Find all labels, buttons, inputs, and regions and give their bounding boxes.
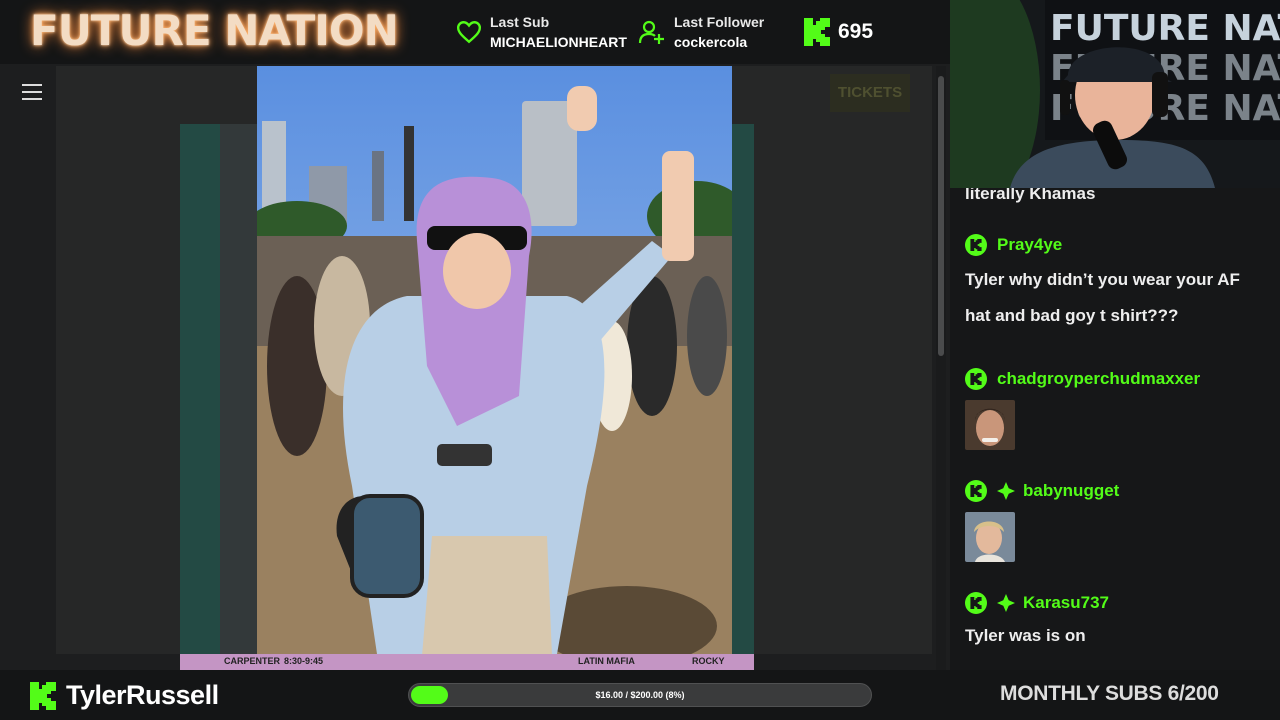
chat-message: Karasu737 Tyler was is on bbox=[965, 592, 1265, 654]
chat-username[interactable]: Karasu737 bbox=[1023, 593, 1109, 613]
lineup-item: CARPENTER bbox=[224, 656, 281, 666]
streamer-webcam: FUTURE NATION FUTURE NATION FUTURE NATIO… bbox=[950, 0, 1280, 188]
kick-badge-icon bbox=[965, 368, 987, 390]
chat-message: Pray4ye Tyler why didn’t you wear your A… bbox=[965, 234, 1265, 334]
last-follower-widget: Last Follower cockercola bbox=[638, 12, 764, 52]
shared-screen: TICKETS CARPENTER 8:30-9:45 LATIN MAFIA … bbox=[0, 64, 950, 670]
chat-message-text: literally Khamas bbox=[965, 188, 1096, 203]
diamond-badge-icon bbox=[997, 594, 1015, 612]
diamond-badge-icon bbox=[997, 482, 1015, 500]
lineup-item: 8:30-9:45 bbox=[284, 656, 324, 666]
last-sub-widget: Last Sub MICHAELIONHEART bbox=[456, 12, 627, 52]
heart-icon bbox=[456, 21, 482, 44]
progress-text: $16.00 / $200.00 (8%) bbox=[595, 690, 685, 700]
channel-name: TylerRussell bbox=[66, 680, 219, 710]
lineup-item: LATIN MAFIA bbox=[578, 656, 635, 666]
channel-brand: TylerRussell bbox=[30, 680, 219, 711]
chat-message-text: Tyler was is on bbox=[965, 626, 1086, 645]
kick-viewer-count: 695 bbox=[804, 18, 873, 46]
hamburger-menu-icon[interactable] bbox=[22, 84, 42, 100]
bottom-bar: TylerRussell $16.00 / $200.00 (8%) MONTH… bbox=[0, 670, 1280, 720]
sub-goal-progress-bar: $16.00 / $200.00 (8%) bbox=[408, 683, 872, 707]
lineup-strip: CARPENTER 8:30-9:45 LATIN MAFIA ROCKY bbox=[180, 654, 754, 670]
top-bar: FUTURE NATION Last Sub MICHAELIONHEART L… bbox=[0, 0, 950, 64]
emote-face-1 bbox=[965, 400, 1015, 450]
kick-badge-icon bbox=[965, 480, 987, 502]
chat-message: chadgroyperchudmaxxer bbox=[965, 368, 1265, 450]
emote-face-2 bbox=[965, 512, 1015, 562]
tickets-button[interactable]: TICKETS bbox=[830, 74, 910, 112]
kick-badge-icon bbox=[965, 234, 987, 256]
monthly-subs-counter: MONTHLY SUBS 6/200 bbox=[1000, 682, 1219, 705]
scrollbar-thumb[interactable] bbox=[938, 76, 944, 356]
chat-message-partial: literally Khamas bbox=[965, 188, 1265, 212]
viewer-count-value: 695 bbox=[838, 20, 874, 43]
chat-message-text: Tyler why didn’t you wear your AF hat an… bbox=[965, 270, 1240, 325]
last-follower-value: cockercola bbox=[674, 34, 748, 50]
svg-text:FUTURE NATION: FUTURE NATION bbox=[1050, 8, 1280, 49]
kick-logo-icon bbox=[804, 18, 830, 46]
kick-badge-icon bbox=[965, 592, 987, 614]
chat-message: babynugget bbox=[965, 480, 1265, 562]
chat-username[interactable]: babynugget bbox=[1023, 481, 1119, 501]
last-sub-value: MICHAELIONHEART bbox=[490, 34, 627, 50]
chat-panel: literally Khamas Pray4ye Tyler why didn’… bbox=[950, 188, 1280, 670]
scrollbar[interactable] bbox=[936, 66, 946, 670]
last-sub-label: Last Sub bbox=[490, 14, 550, 30]
chat-username[interactable]: Pray4ye bbox=[997, 235, 1062, 255]
kick-logo-icon bbox=[30, 681, 56, 710]
lineup-item: ROCKY bbox=[692, 656, 725, 666]
user-plus-icon bbox=[638, 20, 664, 44]
festival-photo bbox=[257, 66, 732, 654]
last-follower-label: Last Follower bbox=[674, 14, 765, 30]
chat-username[interactable]: chadgroyperchudmaxxer bbox=[997, 369, 1200, 389]
future-nation-logo: FUTURE NATION bbox=[30, 6, 399, 55]
